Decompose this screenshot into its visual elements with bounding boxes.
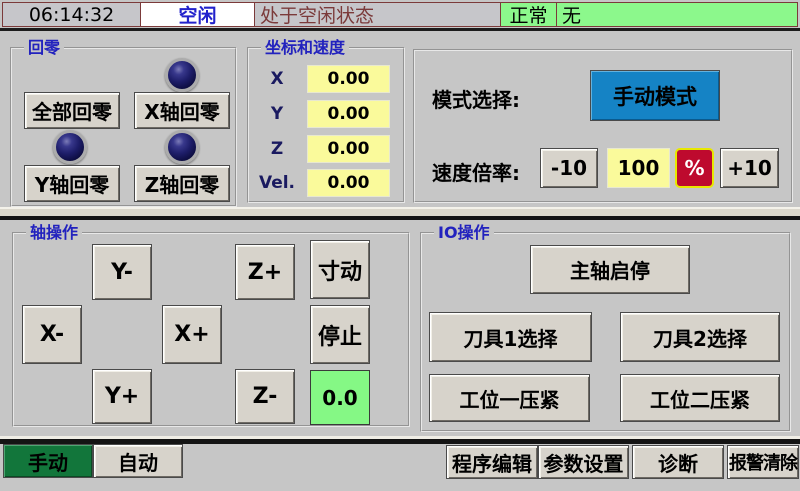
spindle-toggle-button[interactable]: 主轴启停 — [530, 245, 690, 294]
coord-label-z: Z — [253, 139, 301, 159]
io-group-title: IO操作 — [434, 223, 494, 242]
mode-select-label: 模式选择: — [432, 84, 520, 113]
status-message: 处于空闲状态 — [255, 3, 501, 26]
param-settings-button[interactable]: 参数设置 — [538, 445, 629, 479]
station1-clamp-button[interactable]: 工位一压紧 — [429, 374, 590, 422]
jog-step-field[interactable]: 0.0 — [310, 370, 370, 425]
coords-group-title: 坐标和速度 — [261, 38, 349, 57]
speed-rate-label: 速度倍率: — [432, 157, 520, 186]
speed-plus-button[interactable]: +10 — [720, 148, 779, 188]
axis-y-plus-button[interactable]: Y+ — [92, 369, 152, 424]
coord-value-x: 0.00 — [307, 65, 390, 93]
coord-label-x: X — [253, 69, 301, 89]
program-edit-button[interactable]: 程序编辑 — [446, 445, 538, 479]
axis-group-title: 轴操作 — [26, 223, 82, 242]
coord-value-vel: 0.00 — [307, 169, 390, 197]
auto-tab-button[interactable]: 自动 — [93, 444, 183, 478]
tool1-select-button[interactable]: 刀具1选择 — [429, 312, 592, 362]
coord-row-z: Z 0.00 — [253, 135, 390, 163]
axis-x-minus-button[interactable]: X- — [22, 305, 82, 364]
mode-group: 模式选择: 手动模式 速度倍率: -10 100 % +10 — [413, 49, 793, 203]
home-z-button[interactable]: Z轴回零 — [134, 165, 230, 202]
axis-y-minus-button[interactable]: Y- — [92, 244, 152, 300]
axis-x-plus-button[interactable]: X+ — [162, 305, 222, 364]
home-x-button[interactable]: X轴回零 — [134, 92, 230, 129]
station2-clamp-button[interactable]: 工位二压紧 — [620, 374, 780, 422]
coord-value-y: 0.00 — [307, 100, 390, 128]
speed-value-field[interactable]: 100 — [607, 148, 670, 188]
manual-mode-button[interactable]: 手动模式 — [590, 70, 720, 121]
home-all-button[interactable]: 全部回零 — [24, 92, 120, 129]
coords-group: 坐标和速度 X 0.00 Y 0.00 Z 0.00 Vel. 0.00 — [247, 47, 405, 203]
alarm-clear-button[interactable]: 报警清除 — [727, 445, 799, 479]
home-y-button[interactable]: Y轴回零 — [24, 165, 120, 202]
y-home-led-indicator — [53, 130, 87, 164]
percent-badge: % — [675, 148, 714, 188]
io-group: IO操作 主轴启停 刀具1选择 刀具2选择 工位一压紧 工位二压紧 — [420, 232, 791, 432]
speed-minus-button[interactable]: -10 — [540, 148, 598, 188]
manual-tab-button[interactable]: 手动 — [3, 444, 93, 478]
z-home-led-indicator — [165, 130, 199, 164]
x-home-led-indicator — [165, 58, 199, 92]
axis-z-plus-button[interactable]: Z+ — [235, 244, 295, 300]
coord-row-vel: Vel. 0.00 — [253, 169, 390, 197]
home-group: 回零 全部回零 X轴回零 Y轴回零 Z轴回零 — [10, 47, 237, 207]
coord-value-z: 0.00 — [307, 135, 390, 163]
bottom-bar: 手动 自动 程序编辑 参数设置 诊断 报警清除 — [0, 444, 800, 491]
coord-label-y: Y — [253, 104, 301, 124]
horizontal-splitter-top — [0, 207, 800, 220]
machine-state-indicator: 空闲 — [141, 3, 255, 26]
horizontal-splitter-bottom — [0, 436, 800, 444]
alarm-message: 无 — [557, 3, 797, 26]
stop-button[interactable]: 停止 — [310, 305, 370, 364]
axis-group: 轴操作 Y- Z+ 寸动 X- X+ 停止 Y+ Z- 0.0 — [12, 232, 410, 427]
tool2-select-button[interactable]: 刀具2选择 — [620, 312, 780, 362]
diagnosis-button[interactable]: 诊断 — [632, 445, 724, 479]
home-group-title: 回零 — [24, 38, 64, 57]
axis-z-minus-button[interactable]: Z- — [235, 369, 295, 424]
coord-row-x: X 0.00 — [253, 65, 390, 93]
hmi-screen: 06:14:32 空闲 处于空闲状态 正常 无 回零 全部回零 X轴回零 Y轴回… — [0, 0, 800, 491]
top-divider — [0, 28, 800, 31]
jog-mode-button[interactable]: 寸动 — [310, 240, 370, 299]
clock: 06:14:32 — [3, 3, 141, 26]
coord-row-y: Y 0.00 — [253, 100, 390, 128]
alarm-state-indicator: 正常 — [501, 3, 557, 26]
coord-label-vel: Vel. — [253, 173, 301, 193]
status-bar: 06:14:32 空闲 处于空闲状态 正常 无 — [2, 2, 798, 27]
